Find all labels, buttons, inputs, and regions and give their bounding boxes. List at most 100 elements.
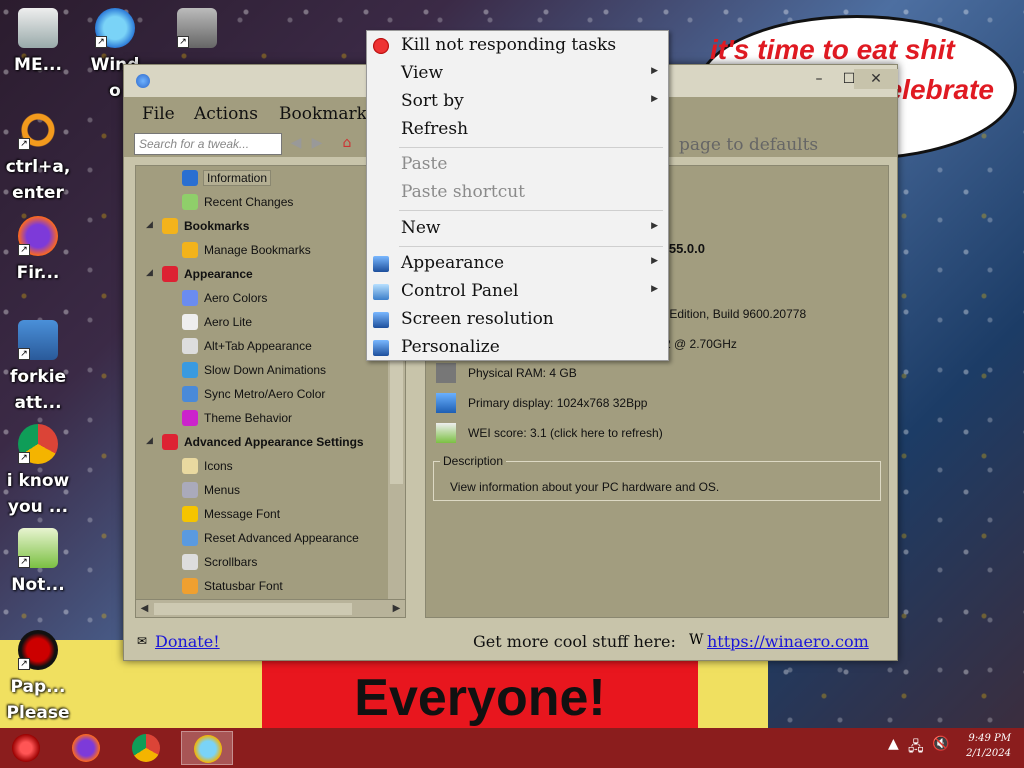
back-icon[interactable]: ◀ [287,134,305,152]
winaero-logo-icon: W [689,632,704,648]
desktop-icon-ctrl-a[interactable]: ↗ ctrl+a, enter [3,110,73,206]
warning-icon [182,506,198,522]
menu-item-sort-by[interactable]: Sort by ▶ [367,89,668,115]
tree-label: Bookmarks [184,219,250,233]
alt-tab-icon [182,338,198,354]
tree-item[interactable]: Statusbar Font [136,574,405,598]
start-orb-icon [12,734,40,762]
chrome-icon [132,734,160,762]
description-legend: Description [440,454,507,468]
expand-arrow-icon[interactable]: ◢ [146,435,153,446]
desktop-icon-chrome[interactable]: ↗ i know you ... [3,424,73,520]
menu-item-appearance[interactable]: Appearance ▶ [367,251,668,277]
tree-item[interactable]: Scrollbars [136,550,405,574]
menu-item-new[interactable]: New ▶ [367,216,668,242]
desktop-icon-label: i know [6,471,70,491]
start-button[interactable] [0,731,52,765]
scroll-thumb[interactable] [154,603,352,615]
desktop-icon-me[interactable]: ME... [3,8,73,78]
taskbar-firefox[interactable] [60,731,112,765]
minimize-button[interactable]: – [804,69,834,89]
tree-label: Scrollbars [204,555,258,569]
menu-item-control-panel[interactable]: Control Panel ▶ [367,279,668,305]
home-icon[interactable]: ⌂ [338,134,356,152]
close-button[interactable]: ✕ [854,69,898,89]
forward-icon[interactable]: ▶ [308,134,326,152]
network-icon[interactable]: 🖧 [908,736,924,760]
windows-logo-icon: ↗ [95,8,135,48]
tree-item[interactable]: Message Font [136,502,405,526]
appearance-icon [162,434,178,450]
winaero-tweaker-icon [194,735,222,763]
desktop-icon-forkie[interactable]: ↗ forkie att... [3,320,73,416]
winaero-app-icon [136,74,150,88]
expand-arrow-icon[interactable]: ◢ [146,219,153,230]
font-icon [182,578,198,594]
taskbar: ▲ 🖧 🔇 [0,728,1024,768]
tree-item[interactable]: Icons [136,454,405,478]
menu-separator [399,210,663,211]
star-icon [182,242,198,258]
menu-item-kill-tasks[interactable]: Kill not responding tasks [367,33,668,59]
desktop-icon-notepad[interactable]: ↗ Not... [3,528,73,598]
theme-icon [182,410,198,426]
recent-changes-icon [182,194,198,210]
info-icon [182,170,198,186]
desktop-icon-label: Fir... [16,263,60,283]
tree-item[interactable]: Slow Down Animations [136,358,405,382]
appearance-icon [162,266,178,282]
donate-link[interactable]: Donate! [155,632,220,651]
star-icon [162,218,178,234]
chevron-right-icon: ▶ [651,284,658,294]
desktop-icon-label: forkie [9,367,67,387]
tree-label: Menus [204,483,241,497]
clock-date: 2/1/2024 [966,748,1011,759]
tree-horizontal-scrollbar[interactable]: ◀ ▶ [135,599,406,618]
scrollbars-icon [182,554,198,570]
winaero-url-link[interactable]: https://winaero.com [707,632,869,651]
search-input[interactable]: Search for a tweak... [134,133,282,155]
show-hidden-icons-icon[interactable]: ▲ [888,736,899,752]
tree-item[interactable]: Theme Behavior [136,406,405,430]
desktop-icon-label: ME... [14,55,62,75]
bubble-line-1: it's time to eat shit [710,34,955,65]
donate-icon: ✉ [137,634,148,648]
firefox-icon: ↗ [18,216,58,256]
menu-item-personalize[interactable]: Personalize [367,335,668,361]
chevron-right-icon: ▶ [651,66,658,76]
menu-separator [399,147,663,148]
scroll-right-icon[interactable]: ▶ [388,600,405,617]
taskbar-chrome[interactable] [120,731,172,765]
aero-lite-icon [182,314,198,330]
desktop-icon-windows-stack[interactable]: ↗ [162,8,232,52]
wei-icon [436,423,456,443]
tree-label: Recent Changes [204,195,294,209]
tree-label: Statusbar Font [204,579,283,593]
menu-item-view[interactable]: View ▶ [367,61,668,87]
tree-item[interactable]: Menus [136,478,405,502]
reset-page-link[interactable]: page to defaults [679,135,818,155]
menu-bookmarks[interactable]: Bookmarks [279,104,376,124]
description-text: View information about your PC hardware … [450,480,720,494]
tree-label: Advanced Appearance Settings [184,435,364,449]
tree-item[interactable]: Sync Metro/Aero Color [136,382,405,406]
personalize-icon [373,340,389,356]
expand-arrow-icon[interactable]: ◢ [146,267,153,278]
taskbar-winaero-tweaker[interactable] [181,731,233,765]
desktop-icon-firefox[interactable]: ↗ Fir... [3,216,73,286]
tree-label: Manage Bookmarks [204,243,311,257]
desktop-icon-label: you ... [7,497,69,517]
volume-muted-icon[interactable]: 🔇 [932,736,949,752]
menu-file[interactable]: File [142,104,175,124]
taskbar-clock[interactable]: 9:49 PM 2/1/2024 [956,731,1011,761]
menu-item-screen-resolution[interactable]: Screen resolution [367,307,668,333]
scroll-left-icon[interactable]: ◀ [136,600,153,617]
menu-item-refresh[interactable]: Refresh [367,117,668,143]
tree-item[interactable]: Reset Advanced Appearance [136,526,405,550]
menu-actions[interactable]: Actions [194,104,258,124]
desktop-icon-pap[interactable]: ↗ Pap... Please [3,630,73,726]
desktop-icon-label: enter [12,183,64,203]
tree-category[interactable]: ◢ Advanced Appearance Settings [136,430,405,454]
desktop-icon-label: Pap... [10,677,66,697]
windows-stack-icon: ↗ [177,8,217,48]
